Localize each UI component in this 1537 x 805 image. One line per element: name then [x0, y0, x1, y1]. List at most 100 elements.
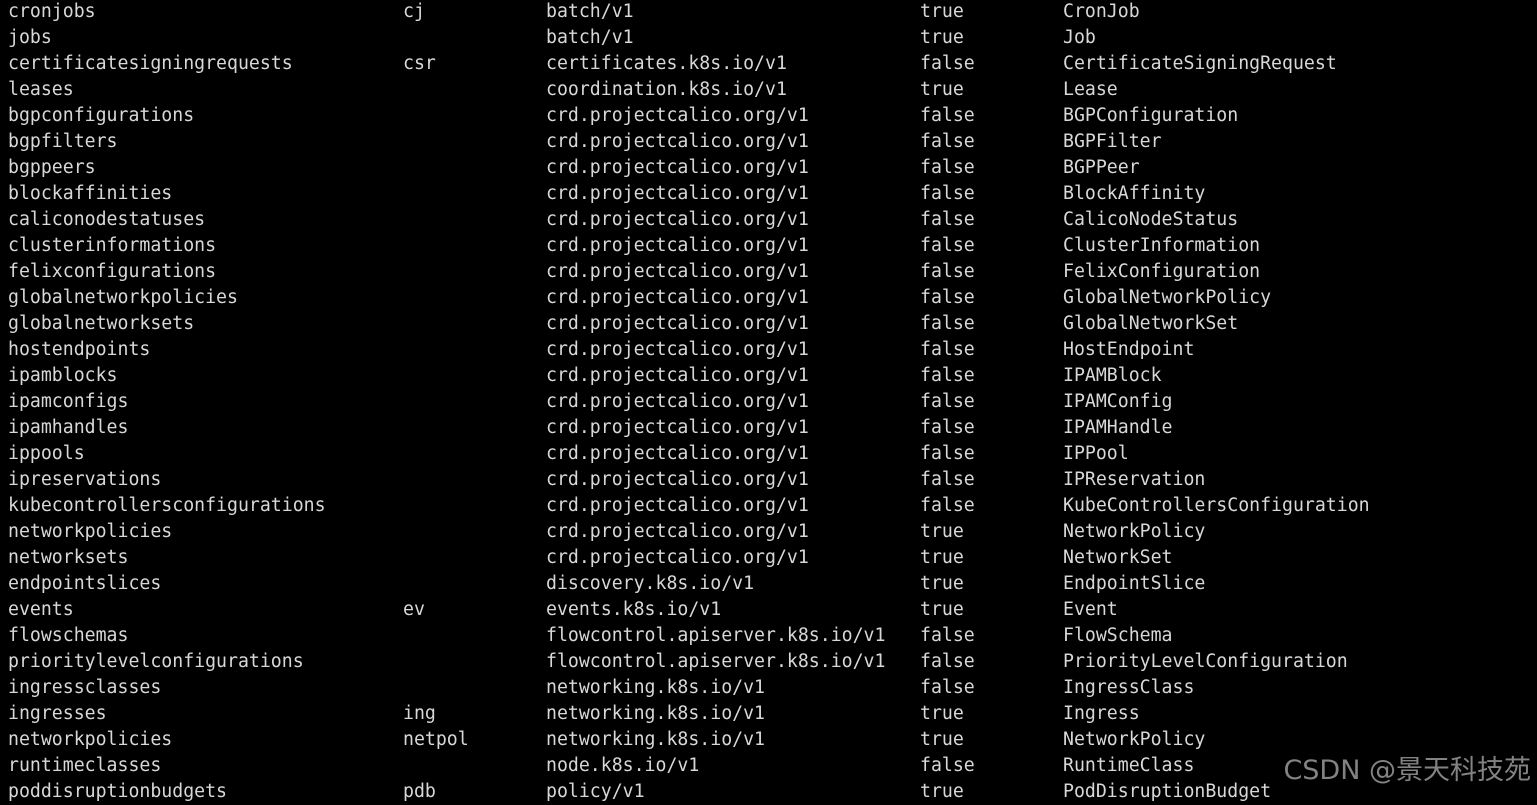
apiversion-cell: crd.projectcalico.org/v1	[546, 209, 809, 230]
kind-cell: RuntimeClass	[1063, 755, 1195, 776]
apiversion-cell: networking.k8s.io/v1	[546, 677, 765, 698]
apiversion-cell: crd.projectcalico.org/v1	[546, 521, 809, 542]
apiversion-cell: discovery.k8s.io/v1	[546, 573, 755, 594]
resource-name-cell: prioritylevelconfigurations	[8, 651, 304, 672]
kind-cell: ClusterInformation	[1063, 235, 1261, 256]
kind-cell: EndpointSlice	[1063, 573, 1206, 594]
apiversion-cell: crd.projectcalico.org/v1	[546, 547, 809, 568]
resource-name-cell: caliconodestatuses	[8, 209, 206, 230]
resource-name-cell: kubecontrollersconfigurations	[8, 495, 326, 516]
kind-cell: BGPConfiguration	[1063, 105, 1239, 126]
namespaced-cell: true	[920, 1, 964, 22]
namespaced-cell: true	[920, 79, 964, 100]
table-row: ippools crd.projectcalico.org/v1 false IPPo…	[0, 441, 1537, 467]
apiversion-cell: coordination.k8s.io/v1	[546, 79, 787, 100]
kind-cell: NetworkPolicy	[1063, 729, 1206, 750]
table-row: cronjobs cj batch/v1 true CronJob	[0, 0, 1537, 25]
namespaced-cell: true	[920, 521, 964, 542]
table-row: certificatesigningrequests csr certificate…	[0, 51, 1537, 77]
resource-name-cell: events	[8, 599, 74, 620]
table-row: endpointslices discovery.k8s.io/v1 true End…	[0, 571, 1537, 597]
resource-name-cell: cronjobs	[8, 1, 96, 22]
namespaced-cell: false	[920, 391, 975, 412]
resource-name-cell: ipamblocks	[8, 365, 118, 386]
table-row: caliconodestatuses crd.projectcalico.org/…	[0, 207, 1537, 233]
kind-cell: IPAMConfig	[1063, 391, 1173, 412]
namespaced-cell: false	[920, 287, 975, 308]
resource-name-cell: jobs	[8, 27, 52, 48]
kind-cell: BlockAffinity	[1063, 183, 1206, 204]
kind-cell: FlowSchema	[1063, 625, 1173, 646]
namespaced-cell: false	[920, 131, 975, 152]
apiversion-cell: certificates.k8s.io/v1	[546, 53, 787, 74]
table-row: ingresses ing networking.k8s.io/v1 true Ingr…	[0, 701, 1537, 727]
resource-name-cell: networkpolicies	[8, 521, 173, 542]
namespaced-cell: true	[920, 599, 964, 620]
kind-cell: HostEndpoint	[1063, 339, 1195, 360]
apiversion-cell: policy/v1	[546, 781, 645, 802]
table-row: networksets crd.projectcalico.org/v1 true N…	[0, 545, 1537, 571]
kind-cell: PodDisruptionBudget	[1063, 781, 1272, 802]
shortname-cell: pdb	[403, 781, 436, 802]
namespaced-cell: false	[920, 235, 975, 256]
resource-name-cell: clusterinformations	[8, 235, 217, 256]
apiversion-cell: flowcontrol.apiserver.k8s.io/v1	[546, 651, 886, 672]
table-row: ingressclasses networking.k8s.io/v1 false I…	[0, 675, 1537, 701]
apiversion-cell: node.k8s.io/v1	[546, 755, 700, 776]
namespaced-cell: false	[920, 183, 975, 204]
resource-name-cell: hostendpoints	[8, 339, 151, 360]
kind-cell: PriorityLevelConfiguration	[1063, 651, 1348, 672]
apiversion-cell: events.k8s.io/v1	[546, 599, 722, 620]
resource-name-cell: bgpconfigurations	[8, 105, 195, 126]
apiversion-cell: crd.projectcalico.org/v1	[546, 443, 809, 464]
namespaced-cell: false	[920, 209, 975, 230]
namespaced-cell: false	[920, 261, 975, 282]
shortname-cell: ev	[403, 599, 425, 620]
shortname-cell: cj	[403, 1, 425, 22]
namespaced-cell: true	[920, 729, 964, 750]
kind-cell: CertificateSigningRequest	[1063, 53, 1337, 74]
apiversion-cell: batch/v1	[546, 1, 634, 22]
kind-cell: IPReservation	[1063, 469, 1206, 490]
resource-name-cell: bgppeers	[8, 157, 96, 178]
resource-name-cell: ippools	[8, 443, 85, 464]
apiversion-cell: networking.k8s.io/v1	[546, 729, 765, 750]
resource-name-cell: networkpolicies	[8, 729, 173, 750]
resource-name-cell: bgpfilters	[8, 131, 118, 152]
resource-name-cell: ipamhandles	[8, 417, 129, 438]
table-row: blockaffinities crd.projectcalico.org/v1 f…	[0, 181, 1537, 207]
namespaced-cell: false	[920, 625, 975, 646]
table-row: bgpconfigurations crd.projectcalico.org/v…	[0, 103, 1537, 129]
table-row: leases coordination.k8s.io/v1 true Lease	[0, 77, 1537, 103]
table-row: felixconfigurations crd.projectcalico.org…	[0, 259, 1537, 285]
kind-cell: FelixConfiguration	[1063, 261, 1261, 282]
resource-name-cell: ingresses	[8, 703, 107, 724]
table-row: ipamconfigs crd.projectcalico.org/v1 false…	[0, 389, 1537, 415]
namespaced-cell: false	[920, 313, 975, 334]
kind-cell: GlobalNetworkPolicy	[1063, 287, 1272, 308]
kind-cell: CronJob	[1063, 1, 1140, 22]
apiversion-cell: crd.projectcalico.org/v1	[546, 391, 809, 412]
resource-name-cell: flowschemas	[8, 625, 129, 646]
terminal-output: cronjobs cj batch/v1 true CronJob jobs batch/v…	[0, 0, 1537, 802]
apiversion-cell: crd.projectcalico.org/v1	[546, 365, 809, 386]
apiversion-cell: crd.projectcalico.org/v1	[546, 105, 809, 126]
kind-cell: BGPPeer	[1063, 157, 1140, 178]
kind-cell: IPAMHandle	[1063, 417, 1173, 438]
resource-name-cell: poddisruptionbudgets	[8, 781, 227, 802]
namespaced-cell: false	[920, 53, 975, 74]
namespaced-cell: true	[920, 547, 964, 568]
resource-name-cell: ipamconfigs	[8, 391, 129, 412]
apiversion-cell: flowcontrol.apiserver.k8s.io/v1	[546, 625, 886, 646]
table-row: networkpolicies crd.projectcalico.org/v1 t…	[0, 519, 1537, 545]
table-row: bgpfilters crd.projectcalico.org/v1 false B…	[0, 129, 1537, 155]
apiversion-cell: networking.k8s.io/v1	[546, 703, 765, 724]
namespaced-cell: false	[920, 677, 975, 698]
resource-name-cell: globalnetworksets	[8, 313, 195, 334]
apiversion-cell: crd.projectcalico.org/v1	[546, 287, 809, 308]
namespaced-cell: false	[920, 495, 975, 516]
kind-cell: KubeControllersConfiguration	[1063, 495, 1370, 516]
kind-cell: Ingress	[1063, 703, 1140, 724]
namespaced-cell: true	[920, 703, 964, 724]
resource-name-cell: certificatesigningrequests	[8, 53, 293, 74]
